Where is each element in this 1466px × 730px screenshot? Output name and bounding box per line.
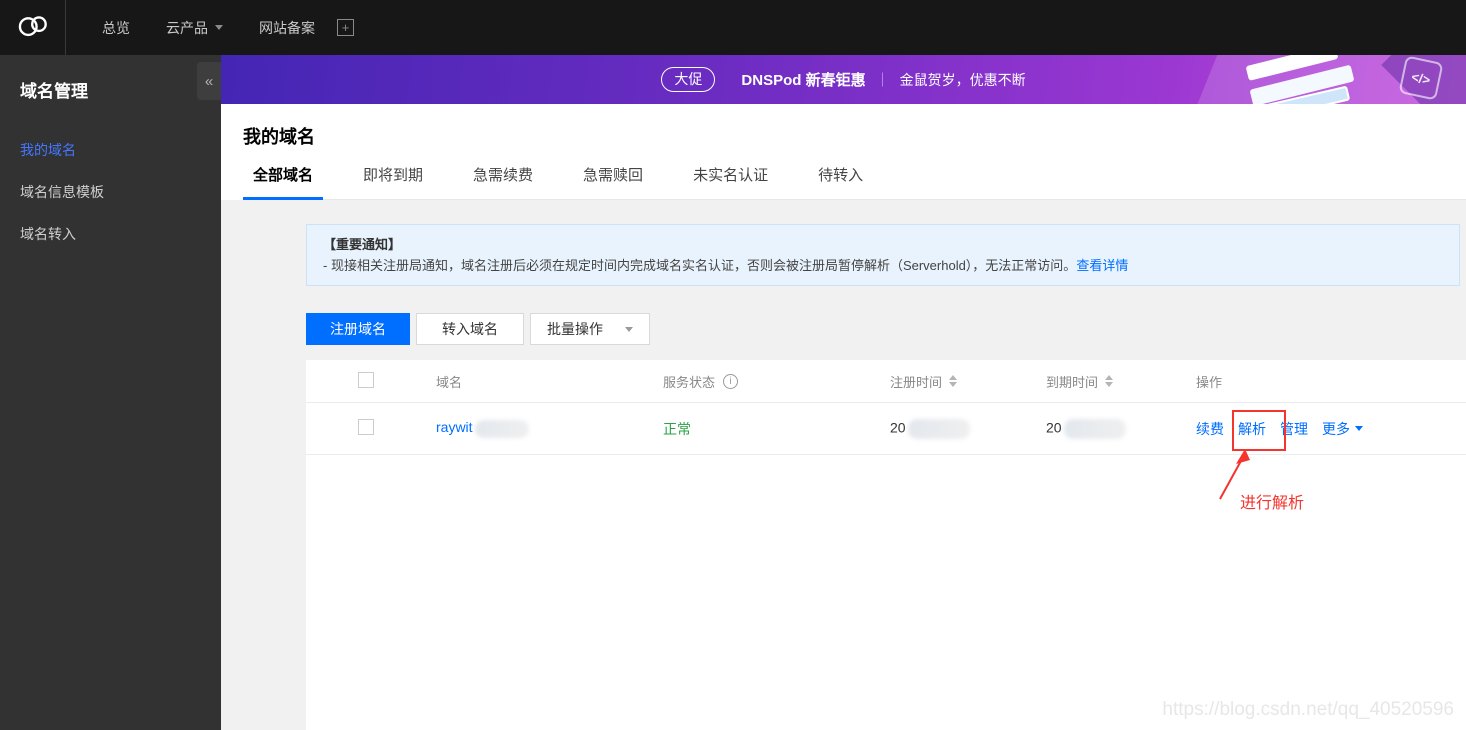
column-service-status-label: 服务状态	[663, 372, 715, 391]
sidebar-item-domain-info-template[interactable]: 域名信息模板	[0, 171, 221, 213]
more-label: 更多	[1322, 419, 1350, 439]
diagonal-band-shape	[1190, 55, 1466, 104]
batch-operation-label: 批量操作	[547, 319, 603, 339]
laptop-shape	[1238, 86, 1351, 104]
domain-cell: raywit	[436, 419, 663, 437]
blurred-domain-suffix	[475, 420, 529, 438]
notice-title: 【重要通知】	[323, 234, 1443, 255]
red-arrow-icon	[1210, 447, 1270, 503]
nav-item-overview-label: 总览	[102, 18, 130, 38]
top-navbar: 总览 云产品 网站备案 +	[0, 0, 1466, 55]
row-checkbox[interactable]	[358, 419, 374, 435]
sidebar-item-domain-transfer-in[interactable]: 域名转入	[0, 213, 221, 255]
card-shape	[1246, 55, 1339, 81]
promo-banner[interactable]: 大促 DNSPod 新春钜惠 ｜ 金鼠贺岁，优惠不断 </>	[221, 55, 1466, 104]
resolve-link[interactable]: 解析	[1238, 419, 1266, 439]
nav-item-website-record[interactable]: 网站备案	[259, 18, 315, 38]
chevron-down-icon	[625, 327, 633, 332]
column-domain: 域名	[436, 372, 663, 391]
watermark: https://blog.csdn.net/qq_40520596	[1162, 699, 1454, 721]
card-shape	[1249, 65, 1354, 104]
resolve-annotation-wrapper: 解析 进行解析	[1238, 419, 1280, 439]
notice-body: - 现接相关注册局通知，域名注册后必须在规定时间内完成域名实名认证，否则会被注册…	[323, 258, 1076, 273]
batch-operation-dropdown[interactable]: 批量操作	[530, 313, 650, 345]
domain-link[interactable]: raywit	[436, 419, 473, 435]
annotation-text: 进行解析	[1240, 489, 1304, 513]
register-domain-button[interactable]: 注册域名	[306, 313, 410, 345]
domain-table: 域名 服务状态 i 注册时间 到期时间 操作	[306, 360, 1466, 730]
column-expiry-time: 到期时间	[1046, 372, 1196, 391]
sort-icon[interactable]	[1105, 375, 1113, 387]
add-services-grid-icon[interactable]: +	[337, 19, 354, 36]
promo-separator: ｜	[876, 70, 890, 90]
table-header-row: 域名 服务状态 i 注册时间 到期时间 操作	[306, 360, 1466, 403]
sort-icon[interactable]	[949, 375, 957, 387]
promo-subtitle: 金鼠贺岁，优惠不断	[900, 70, 1026, 90]
tab-expiring-soon[interactable]: 即将到期	[353, 164, 433, 199]
cloud-logo-icon	[14, 12, 52, 43]
nav-item-cloud-products[interactable]: 云产品	[166, 18, 223, 38]
tencent-cloud-logo[interactable]	[0, 0, 66, 55]
tab-urgent-redemption[interactable]: 急需赎回	[573, 164, 653, 199]
operations-cell: 续费 解析 进行解析 管理 更多	[1196, 419, 1466, 439]
column-operations: 操作	[1196, 372, 1466, 391]
registration-year-prefix: 20	[890, 419, 906, 435]
registration-time-cell: 20	[890, 419, 1046, 439]
column-expiry-time-label: 到期时间	[1046, 372, 1098, 391]
nav-item-cloud-products-label: 云产品	[166, 18, 208, 38]
column-registration-time: 注册时间	[890, 372, 1046, 391]
status-badge: 正常	[663, 419, 890, 439]
select-all-checkbox[interactable]	[358, 372, 374, 388]
more-dropdown-link[interactable]: 更多	[1322, 419, 1363, 439]
collapse-chevrons-icon: «	[205, 73, 213, 90]
transfer-in-domain-button[interactable]: 转入域名	[416, 313, 524, 345]
tab-pending-transfer[interactable]: 待转入	[808, 164, 873, 199]
info-icon[interactable]: i	[723, 374, 738, 389]
code-badge-icon: </>	[1398, 55, 1443, 100]
column-operations-label: 操作	[1196, 372, 1222, 391]
sidebar-menu: 我的域名 域名信息模板 域名转入	[0, 129, 221, 255]
column-domain-label: 域名	[436, 372, 462, 391]
view-details-link[interactable]: 查看详情	[1076, 258, 1128, 273]
sidebar: 域名管理 « 我的域名 域名信息模板 域名转入	[0, 55, 221, 730]
table-row: raywit 正常 20 20 续费 解析	[306, 403, 1466, 455]
expiry-time-cell: 20	[1046, 419, 1196, 439]
renew-link[interactable]: 续费	[1196, 419, 1224, 439]
promo-badge: 大促	[661, 67, 715, 92]
column-service-status: 服务状态 i	[663, 372, 890, 391]
corner-shape	[1381, 55, 1466, 104]
nav-item-overview[interactable]: 总览	[102, 18, 130, 38]
notice-body-line: - 现接相关注册局通知，域名注册后必须在规定时间内完成域名实名认证，否则会被注册…	[323, 255, 1443, 276]
sidebar-collapse-button[interactable]: «	[197, 62, 221, 100]
nav-item-website-record-label: 网站备案	[259, 18, 315, 38]
chevron-down-icon	[215, 25, 223, 30]
important-notice: 【重要通知】 - 现接相关注册局通知，域名注册后必须在规定时间内完成域名实名认证…	[306, 224, 1460, 286]
promo-illustration: </>	[1106, 55, 1466, 104]
promo-title: DNSPod 新春钜惠	[741, 69, 865, 90]
column-registration-time-label: 注册时间	[890, 372, 942, 391]
blurred-registration-date	[908, 419, 970, 439]
tab-urgent-renewal[interactable]: 急需续费	[463, 164, 543, 199]
expiry-year-prefix: 20	[1046, 419, 1062, 435]
page-title: 我的域名	[243, 123, 1466, 149]
manage-link[interactable]: 管理	[1280, 419, 1308, 439]
tab-bar: 全部域名 即将到期 急需续费 急需赎回 未实名认证 待转入	[243, 164, 1466, 200]
tab-all-domains[interactable]: 全部域名	[243, 164, 323, 200]
main-header: 我的域名 全部域名 即将到期 急需续费 急需赎回 未实名认证 待转入	[221, 104, 1466, 200]
chevron-down-icon	[1355, 426, 1363, 431]
toolbar: 注册域名 转入域名 批量操作	[306, 313, 1466, 345]
sidebar-title: 域名管理	[20, 77, 221, 102]
content-area: 【重要通知】 - 现接相关注册局通知，域名注册后必须在规定时间内完成域名实名认证…	[221, 200, 1466, 730]
blurred-expiry-date	[1064, 419, 1126, 439]
sidebar-item-my-domains[interactable]: 我的域名	[0, 129, 221, 171]
page: 总览 云产品 网站备案 + 域名管理 « 我的域名 域名信息模板 域名转入 大促…	[0, 0, 1466, 730]
tab-unverified[interactable]: 未实名认证	[683, 164, 778, 199]
